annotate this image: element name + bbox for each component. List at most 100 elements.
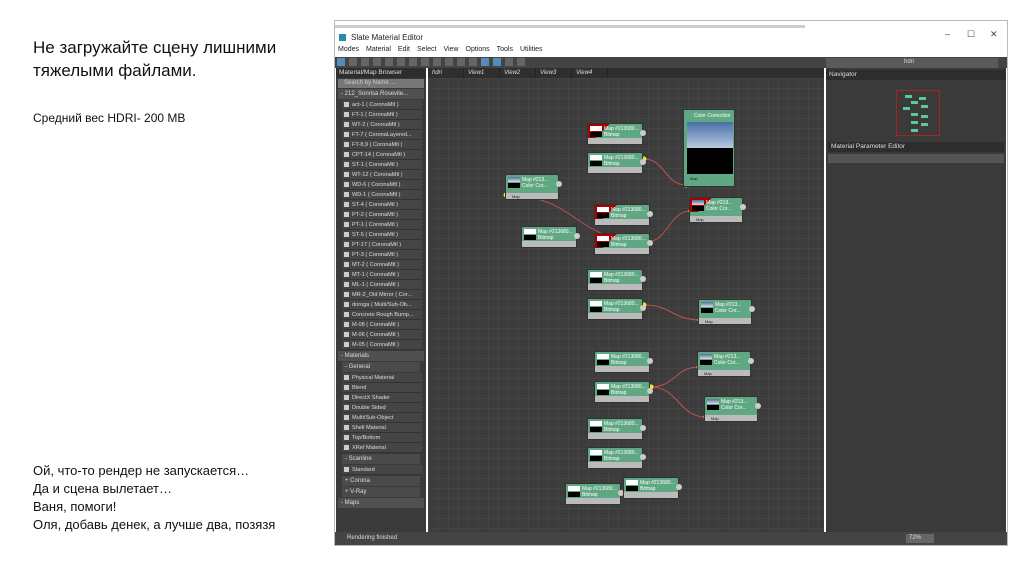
general-group[interactable]: - General [342,362,420,372]
list-item[interactable]: M-05 ( CoronaMtl ) [342,340,422,350]
output-socket[interactable] [676,484,682,490]
output-socket[interactable] [647,211,653,217]
list-item[interactable]: MR-2_Old Mirror ( Cor... [342,290,422,300]
bitmap-node[interactable]: Map #213680... Bitmap [594,204,653,226]
list-item[interactable]: ML-1 ( CoronaMtl ) [342,280,422,290]
toolbar-button[interactable] [517,58,525,66]
list-item[interactable]: FT-7 ( CoronaLayered... [342,130,422,140]
navigator-panel[interactable] [828,88,1004,138]
list-item[interactable]: Blend [342,383,422,393]
toolbar-button[interactable] [349,58,357,66]
output-socket[interactable] [556,181,562,187]
list-item[interactable]: Physical Material [342,373,422,383]
output-socket[interactable] [748,358,754,364]
menu-utilities[interactable]: Utilities [520,46,543,57]
list-item[interactable]: FT-8,9 ( CoronaMtl ) [342,140,422,150]
bitmap-node[interactable]: Map #213680... Bitmap [594,233,653,255]
color-correct-node[interactable]: Map #213... Color Cor... Map [689,197,746,223]
bitmap-node[interactable]: Map #213680... Bitmap [565,483,624,505]
zoom-dropdown[interactable]: 72% [906,534,934,543]
list-item[interactable]: act-1 ( CoronaMtl ) [342,100,422,110]
vray-group[interactable]: + V-Ray [342,487,420,497]
maximize-button[interactable]: ☐ [967,29,975,40]
output-socket[interactable] [640,276,646,282]
list-item[interactable]: Top/Bottom [342,433,422,443]
toolbar-button[interactable] [361,58,369,66]
list-item[interactable]: ST-4 ( CoronaMtl ) [342,200,422,210]
node-view-canvas[interactable]: hdri View1 View2 View3 View4 Map #213680... B… [428,68,824,532]
toolbar-button[interactable] [505,58,513,66]
close-button[interactable]: ✕ [990,29,998,40]
list-item[interactable]: WD-6 ( CoronaMtl ) [342,180,422,190]
list-item[interactable]: DirectX Shader [342,393,422,403]
color-correct-node[interactable]: Map #213... Color Cor... Map [698,299,755,325]
list-item[interactable]: Concrete Rough Bump... [342,310,422,320]
output-socket[interactable] [647,358,653,364]
menu-view[interactable]: View [443,46,458,57]
output-socket[interactable] [755,403,761,409]
toolbar-button[interactable] [481,58,489,66]
output-socket[interactable] [647,240,653,246]
color-correction-node[interactable]: Color Correction Map [683,109,735,187]
list-item[interactable]: M-08 ( CoronaMtl ) [342,320,422,330]
bitmap-node[interactable]: Map #213680... Bitmap [594,351,653,373]
output-socket[interactable] [640,305,646,311]
scene-group[interactable]: - 212_Sonrisa Rosevile... [338,89,424,99]
output-socket[interactable] [640,159,646,165]
materials-group[interactable]: - Materials [338,351,424,361]
bitmap-node[interactable]: Map #213680... Bitmap [623,477,682,499]
menu-tools[interactable]: Tools [497,46,513,57]
list-item[interactable]: FT-1 ( CoronaMtl ) [342,110,422,120]
list-item[interactable]: doroga ( Multi/Sub-Ob... [342,300,422,310]
scanline-group[interactable]: - Scanline [342,454,420,464]
toolbar-button[interactable] [373,58,381,66]
output-socket[interactable] [749,306,755,312]
list-item[interactable]: Multi/Sub-Object [342,413,422,423]
search-input[interactable]: Search by Name ... [338,79,424,88]
minimize-button[interactable]: – [945,29,950,39]
toolbar-button[interactable] [409,58,417,66]
output-socket[interactable] [740,204,746,210]
bitmap-node[interactable]: Map #213680... Bitmap [587,298,646,320]
list-item[interactable]: PT-17 ( CoronaMtl ) [342,240,422,250]
bitmap-node[interactable]: Map #213680... Bitmap [521,226,580,248]
bitmap-node[interactable]: Map #213680... Bitmap [587,447,646,469]
toolbar-button[interactable] [445,58,453,66]
toolbar-button[interactable] [337,58,345,66]
output-socket[interactable] [640,454,646,460]
toolbar-button[interactable] [433,58,441,66]
list-item[interactable]: Standard [342,465,422,475]
list-item[interactable]: PT-3 ( CoronaMtl ) [342,250,422,260]
list-item[interactable]: Double Sided [342,403,422,413]
list-item[interactable]: WD-1 ( CoronaMtl ) [342,190,422,200]
output-socket[interactable] [574,233,580,239]
bitmap-node[interactable]: Map #213680... Bitmap [587,123,646,145]
bitmap-node[interactable]: Map #213680... Bitmap [587,269,646,291]
corona-group[interactable]: + Corona [342,476,420,486]
menu-material[interactable]: Material [366,46,391,57]
list-item[interactable]: Shell Material [342,423,422,433]
list-item[interactable]: MT-1 ( CoronaMtl ) [342,270,422,280]
bitmap-node[interactable]: Map #213680... Bitmap [587,418,646,440]
list-item[interactable]: ST-1 ( CoronaMtl ) [342,160,422,170]
output-socket[interactable] [647,388,653,394]
list-item[interactable]: WT-12 ( CoronaMtl ) [342,170,422,180]
toolbar-button[interactable] [421,58,429,66]
maps-group[interactable]: - Maps [338,498,424,508]
list-item[interactable]: PT-1 ( CoronaMtl ) [342,220,422,230]
list-item[interactable]: PT-2 ( CoronaMtl ) [342,210,422,220]
list-item[interactable]: XRef Material [342,443,422,453]
list-item[interactable]: ST-5 ( CoronaMtl ) [342,230,422,240]
list-item[interactable]: CPT-14 ( CoronaMtl ) [342,150,422,160]
list-item[interactable]: M-06 ( CoronaMtl ) [342,330,422,340]
toolbar-button[interactable] [397,58,405,66]
color-correct-node[interactable]: Map #213... Color Cor... Map [697,351,754,377]
toolbar-button[interactable] [457,58,465,66]
toolbar-button[interactable] [469,58,477,66]
menu-modes[interactable]: Modes [338,46,359,57]
view-selector[interactable]: hdri [826,58,998,68]
output-socket[interactable] [640,425,646,431]
color-correct-node[interactable]: Map #213... Color Cor... Map [704,396,761,422]
menu-options[interactable]: Options [466,46,490,57]
toolbar-button[interactable] [385,58,393,66]
